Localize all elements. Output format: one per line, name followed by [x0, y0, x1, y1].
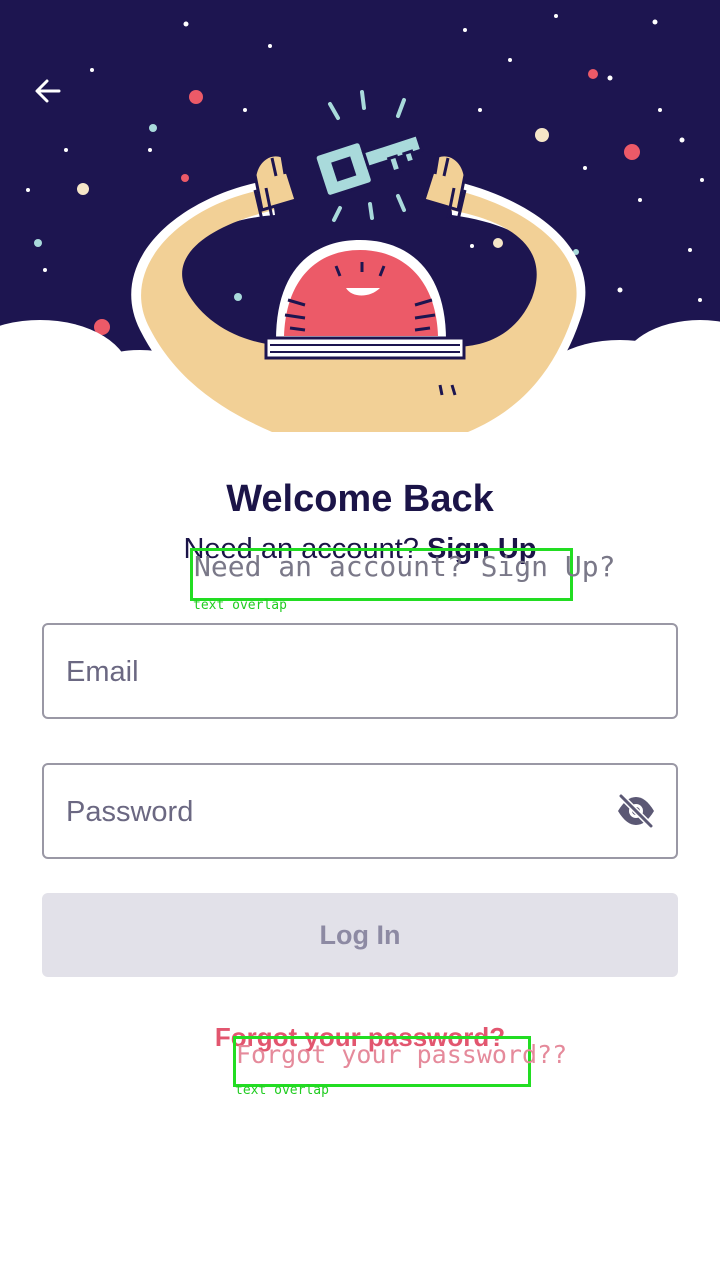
email-input[interactable] — [64, 625, 608, 719]
overlap-label: text overlap — [193, 598, 287, 613]
password-field[interactable] — [42, 763, 678, 859]
password-visibility-toggle[interactable] — [614, 791, 658, 831]
arrow-left-icon — [35, 79, 61, 103]
password-input[interactable] — [64, 765, 608, 859]
page-title: Welcome Back — [226, 478, 494, 520]
login-button[interactable]: Log In — [42, 893, 678, 977]
email-field[interactable] — [42, 623, 678, 719]
eye-off-icon — [618, 794, 654, 828]
overlap-text: Forgot your password?? — [236, 1040, 568, 1069]
back-button[interactable] — [22, 68, 74, 114]
hero-illustration — [0, 0, 720, 470]
overlap-text: Need an account? Sign Up? — [194, 550, 616, 583]
overlap-label: text overlap — [235, 1083, 329, 1098]
